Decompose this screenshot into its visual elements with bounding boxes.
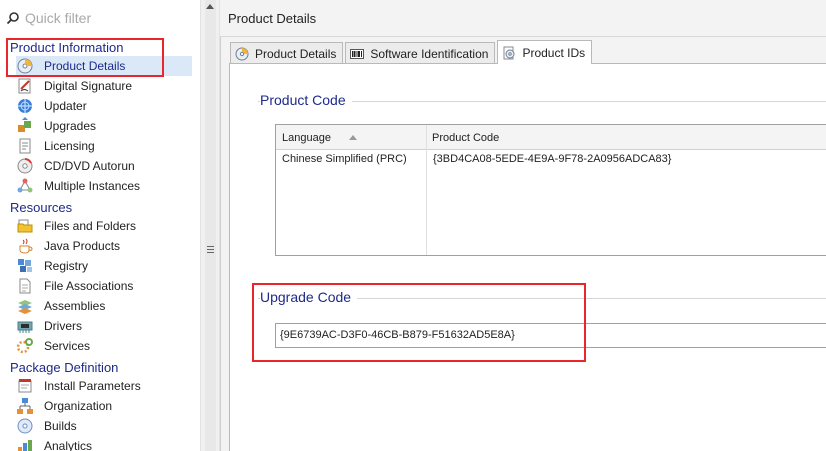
tree-item-file-associations[interactable]: File Associations bbox=[16, 276, 192, 296]
tree-item-upgrades[interactable]: Upgrades bbox=[16, 116, 192, 136]
tree-item-registry[interactable]: Registry bbox=[16, 256, 192, 276]
group-package-definition[interactable]: Package Definition bbox=[10, 359, 118, 377]
files-folders-icon bbox=[16, 217, 34, 235]
upgrades-icon bbox=[16, 117, 34, 135]
file-associations-icon bbox=[16, 277, 34, 295]
tree-scrollbar[interactable] bbox=[200, 0, 220, 451]
tree-item-builds[interactable]: Builds bbox=[16, 416, 192, 436]
product-code-heading: Product Code bbox=[260, 92, 352, 108]
quick-filter bbox=[0, 0, 200, 36]
product-code-grid[interactable]: Language Product Code Chinese Simplified… bbox=[275, 124, 826, 256]
tree-item-java-products[interactable]: Java Products bbox=[16, 236, 192, 256]
registry-icon bbox=[16, 257, 34, 275]
java-icon bbox=[16, 237, 34, 255]
column-separator bbox=[426, 125, 427, 255]
tab-strip: Product Details Software Identification … bbox=[230, 40, 594, 64]
tree-item-organization[interactable]: Organization bbox=[16, 396, 192, 416]
drivers-icon bbox=[16, 317, 34, 335]
assemblies-icon bbox=[16, 297, 34, 315]
builds-icon bbox=[16, 417, 34, 435]
pane-divider bbox=[220, 0, 221, 451]
digital-signature-icon bbox=[16, 77, 34, 95]
sort-ascending-icon bbox=[348, 135, 357, 140]
install-parameters-icon bbox=[16, 377, 34, 395]
cell-product-code[interactable]: {3BD4CA08-5EDE-4E9A-9F78-2A0956ADCA83} bbox=[433, 153, 671, 165]
tree-item-drivers[interactable]: Drivers bbox=[16, 316, 192, 336]
column-header-language[interactable]: Language bbox=[276, 125, 426, 150]
product-details-tab-icon bbox=[235, 47, 249, 61]
tab-software-identification[interactable]: Software Identification bbox=[345, 42, 496, 64]
tree-item-cd-dvd-autorun[interactable]: CD/DVD Autorun bbox=[16, 156, 192, 176]
tree-item-assemblies[interactable]: Assemblies bbox=[16, 296, 192, 316]
multiple-instances-icon bbox=[16, 177, 34, 195]
highlight-box-upgrade-code bbox=[252, 283, 586, 362]
quick-filter-input[interactable] bbox=[25, 10, 195, 26]
scrollbar-track[interactable] bbox=[205, 0, 216, 451]
grid-header: Language Product Code bbox=[276, 125, 826, 150]
navigation-tree: Product Information Product Details Digi… bbox=[0, 0, 200, 451]
group-resources[interactable]: Resources bbox=[10, 199, 72, 217]
product-ids-icon bbox=[502, 46, 516, 60]
tree-item-digital-signature[interactable]: Digital Signature bbox=[16, 76, 192, 96]
tree-item-analytics[interactable]: Analytics bbox=[16, 436, 192, 451]
tree-item-multiple-instances[interactable]: Multiple Instances bbox=[16, 176, 192, 196]
pane-title: Product Details bbox=[220, 0, 826, 37]
tab-product-details[interactable]: Product Details bbox=[230, 42, 344, 64]
tab-product-ids[interactable]: Product IDs bbox=[497, 40, 593, 64]
services-icon bbox=[16, 337, 34, 355]
search-icon bbox=[6, 11, 20, 25]
scroll-up-arrow-icon[interactable] bbox=[206, 4, 214, 9]
tab-content bbox=[229, 63, 826, 451]
updater-icon bbox=[16, 97, 34, 115]
highlight-box-product-information bbox=[6, 38, 164, 77]
cell-language[interactable]: Chinese Simplified (PRC) bbox=[282, 153, 407, 165]
splitter-grip-icon[interactable] bbox=[207, 246, 214, 253]
tree-item-updater[interactable]: Updater bbox=[16, 96, 192, 116]
cd-dvd-icon bbox=[16, 157, 34, 175]
tree-item-files-and-folders[interactable]: Files and Folders bbox=[16, 216, 192, 236]
column-header-product-code[interactable]: Product Code bbox=[426, 125, 826, 150]
organization-icon bbox=[16, 397, 34, 415]
barcode-icon bbox=[350, 47, 365, 61]
tree-item-licensing[interactable]: Licensing bbox=[16, 136, 192, 156]
analytics-icon bbox=[16, 437, 34, 451]
tree-item-install-parameters[interactable]: Install Parameters bbox=[16, 376, 192, 396]
licensing-icon bbox=[16, 137, 34, 155]
tree-item-services[interactable]: Services bbox=[16, 336, 192, 356]
